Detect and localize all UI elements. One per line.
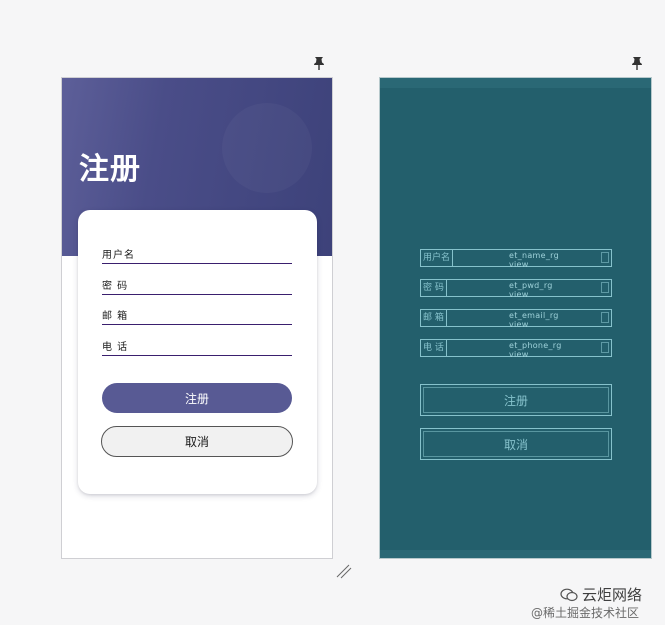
blueprint-inner-box [601, 342, 609, 353]
password-field[interactable]: 密 码 [102, 279, 292, 295]
blueprint-inner-box [601, 252, 609, 263]
blueprint-id-text: et_phone_rg [509, 341, 562, 350]
watermark-brand-text: 云炬网络 [582, 586, 643, 604]
nav-bar-outline [380, 550, 651, 558]
blueprint-username-id: et_name_rg view [509, 251, 559, 269]
blueprint-email-row[interactable]: 邮 箱 et_email_rg view [420, 309, 612, 329]
status-bar-outline [380, 78, 651, 88]
phone-field[interactable]: 电 话 [102, 340, 292, 356]
blueprint-view-text: view [509, 350, 529, 359]
blueprint-password-id: et_pwd_rg view [509, 281, 553, 299]
decorative-circle [222, 103, 312, 193]
blueprint-id-text: et_email_rg [509, 311, 559, 320]
blueprint-id-text: et_name_rg [509, 251, 559, 260]
blueprint-preview: 用户名 et_name_rg view 密 码 et_pwd_rg view 邮… [379, 77, 652, 559]
blueprint-phone-row[interactable]: 电 话 et_phone_rg view [420, 339, 612, 359]
blueprint-cancel-button[interactable]: 取消 [420, 428, 612, 460]
blueprint-inner-box [601, 282, 609, 293]
blueprint-email-id: et_email_rg view [509, 311, 559, 329]
email-field[interactable]: 邮 箱 [102, 309, 292, 325]
watermark-subtitle: @稀土掘金技术社区 [531, 606, 640, 620]
blueprint-register-button[interactable]: 注册 [420, 384, 612, 416]
wechat-logo-icon [560, 588, 578, 601]
watermark-brand: 云炬网络 [560, 584, 642, 605]
blueprint-view-text: view [509, 320, 529, 329]
email-label: 邮 箱 [102, 311, 129, 322]
pin-icon[interactable] [631, 56, 643, 70]
design-preview: 注册 用户名 密 码 邮 箱 电 话 注册 取消 [61, 77, 333, 559]
blueprint-view-text: view [509, 290, 529, 299]
pin-icon[interactable] [313, 56, 325, 70]
blueprint-id-text: et_pwd_rg [509, 281, 553, 290]
phone-label: 电 话 [102, 342, 129, 353]
blueprint-phone-label: 电 话 [421, 340, 447, 356]
blueprint-username-label: 用户名 [421, 250, 454, 266]
blueprint-username-row[interactable]: 用户名 et_name_rg view [420, 249, 612, 269]
blueprint-phone-id: et_phone_rg view [509, 341, 562, 359]
resize-handle-icon[interactable] [335, 562, 353, 580]
cancel-button[interactable]: 取消 [101, 426, 293, 457]
blueprint-email-label: 邮 箱 [421, 310, 447, 326]
blueprint-view-text: view [509, 260, 529, 269]
password-label: 密 码 [102, 281, 129, 292]
register-button[interactable]: 注册 [102, 383, 292, 413]
username-field[interactable]: 用户名 [102, 248, 292, 264]
blueprint-password-row[interactable]: 密 码 et_pwd_rg view [420, 279, 612, 299]
username-label: 用户名 [102, 250, 135, 261]
blueprint-password-label: 密 码 [421, 280, 447, 296]
register-card: 用户名 密 码 邮 箱 电 话 注册 取消 [78, 210, 317, 494]
blueprint-inner-box [601, 312, 609, 323]
page-title: 注册 [79, 152, 141, 187]
